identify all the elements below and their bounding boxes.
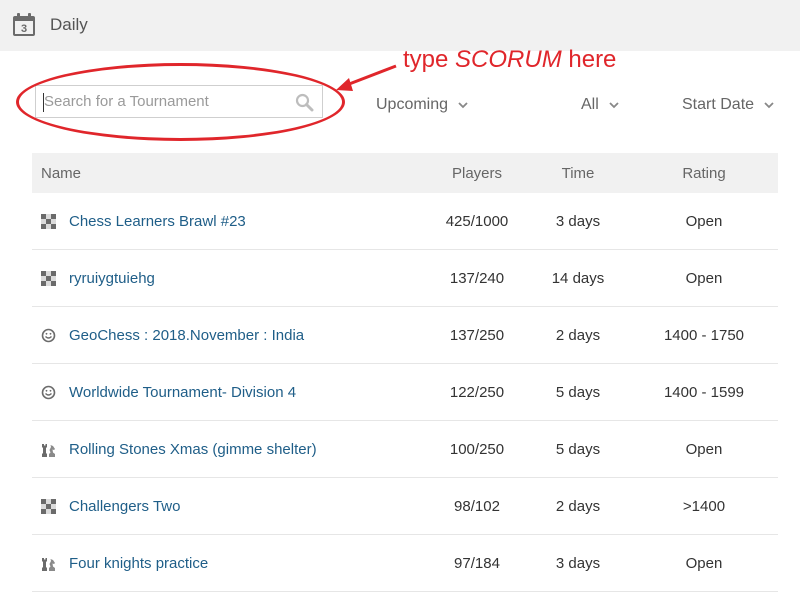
annotation-arrow	[336, 64, 397, 91]
rating-range: Open	[685, 270, 723, 287]
table-row[interactable]: Challengers Two 98/102 2 days >1400	[32, 478, 778, 535]
tournament-name-link[interactable]: ryruiygtuiehg	[69, 269, 155, 289]
tournament-table: Name Players Time Rating Chess Learners …	[32, 153, 778, 592]
chessboard-icon	[41, 499, 56, 514]
players-count: 98/102	[454, 498, 500, 515]
tournament-name-link[interactable]: Four knights practice	[69, 554, 208, 574]
players-count: 100/250	[449, 441, 505, 458]
tournament-name-link[interactable]: Worldwide Tournament- Division 4	[69, 383, 296, 403]
tournament-name-link[interactable]: Chess Learners Brawl #23	[69, 212, 246, 232]
rating-range: >1400	[682, 498, 726, 515]
players-count: 97/184	[454, 555, 500, 572]
status-filter-label: Upcoming	[376, 96, 449, 113]
table-header: Name Players Time Rating	[32, 153, 778, 193]
tournament-name-link[interactable]: GeoChess : 2018.November : India	[69, 326, 304, 346]
rating-range: Open	[685, 213, 723, 230]
table-row[interactable]: Chess Learners Brawl #23 425/1000 3 days…	[32, 193, 778, 250]
time-control: 2 days	[555, 498, 601, 515]
chessboard-icon	[41, 214, 56, 229]
players-count: 122/250	[449, 384, 505, 401]
column-header-name[interactable]: Name	[41, 164, 81, 184]
tournament-name-link[interactable]: Challengers Two	[69, 497, 180, 517]
table-row[interactable]: Four knights practice 97/184 3 days Open	[32, 535, 778, 592]
search-box[interactable]	[35, 85, 323, 118]
table-body: Chess Learners Brawl #23 425/1000 3 days…	[32, 193, 778, 592]
time-control: 3 days	[555, 213, 601, 230]
players-count: 425/1000	[445, 213, 509, 230]
rating-range: 1400 - 1750	[663, 327, 745, 344]
column-header-rating[interactable]: Rating	[664, 164, 744, 184]
chevron-down-icon	[764, 102, 775, 109]
chevron-down-icon	[609, 102, 619, 109]
smiley-icon	[41, 328, 56, 343]
type-filter-label: All	[581, 96, 599, 113]
time-control: 3 days	[555, 555, 601, 572]
chessboard-icon	[41, 271, 56, 286]
annotation-text: type SCORUM here	[403, 46, 617, 73]
rating-range: Open	[685, 441, 723, 458]
annotation-keyword: SCORUM	[455, 46, 562, 73]
table-row[interactable]: Worldwide Tournament- Division 4 122/250…	[32, 364, 778, 421]
rook-knight-icon	[42, 444, 55, 457]
tournament-name-link[interactable]: Rolling Stones Xmas (gimme shelter)	[69, 440, 317, 460]
players-count: 137/240	[449, 270, 505, 287]
smiley-icon	[41, 385, 56, 400]
rating-range: Open	[685, 555, 723, 572]
calendar-day: 3	[21, 23, 27, 35]
sort-label: Start Date	[682, 96, 755, 113]
table-row[interactable]: Rolling Stones Xmas (gimme shelter) 100/…	[32, 421, 778, 478]
players-count: 137/250	[449, 327, 505, 344]
table-row[interactable]: ryruiygtuiehg 137/240 14 days Open	[32, 250, 778, 307]
status-filter-dropdown[interactable]: Upcoming	[376, 95, 469, 115]
type-filter-dropdown[interactable]: All	[581, 95, 620, 115]
calendar-icon: 3	[13, 13, 35, 36]
time-control: 5 days	[555, 384, 601, 401]
page-title: Daily	[50, 15, 88, 34]
sort-dropdown[interactable]: Start Date	[682, 95, 775, 115]
chevron-down-icon	[458, 102, 469, 109]
column-header-players[interactable]: Players	[442, 164, 512, 184]
rook-knight-icon	[42, 558, 55, 571]
column-header-time[interactable]: Time	[543, 164, 613, 184]
table-row[interactable]: GeoChess : 2018.November : India 137/250…	[32, 307, 778, 364]
time-control: 2 days	[555, 327, 601, 344]
top-bar: 3 Daily	[0, 0, 800, 51]
time-control: 14 days	[551, 270, 605, 287]
search-icon[interactable]	[295, 93, 314, 112]
rating-range: 1400 - 1599	[663, 384, 745, 401]
search-input[interactable]	[44, 86, 284, 117]
time-control: 5 days	[555, 441, 601, 458]
